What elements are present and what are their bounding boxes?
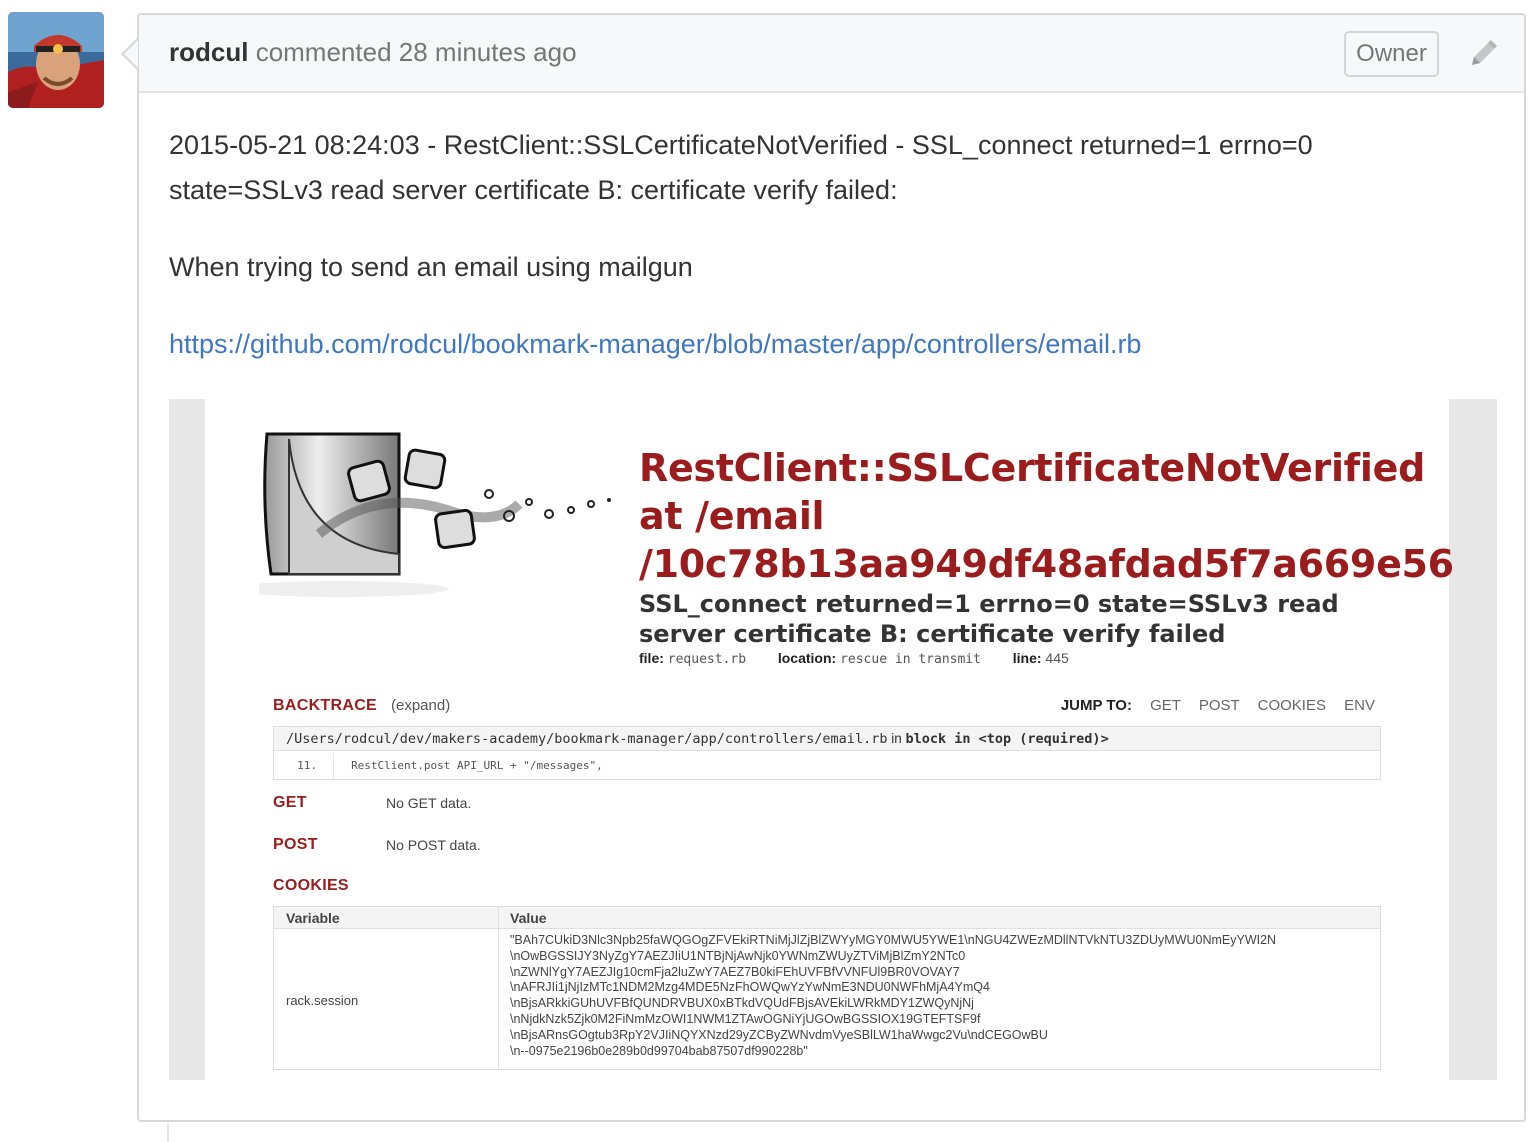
comment-time[interactable]: 28 minutes ago <box>399 37 577 67</box>
trace-context: block in <top (required)> <box>905 731 1109 747</box>
timeline-line <box>167 1124 169 1142</box>
trace-line-number: 11. <box>274 753 334 779</box>
jump-to-label: JUMP TO: <box>1060 697 1132 714</box>
expand-link[interactable]: (expand) <box>391 697 450 714</box>
error-message: SSL_connect returned=1 errno=0 state=SSL… <box>639 590 1339 648</box>
post-heading: POST <box>273 836 318 853</box>
error-meta: file: request.rb location: rescue in tra… <box>639 650 1069 667</box>
backtrace-frame-header: /Users/rodcul/dev/makers-academy/bookmar… <box>274 727 1380 751</box>
comment-arrow-fill <box>124 40 138 68</box>
comment-link[interactable]: https://github.com/rodcul/bookmark-manag… <box>169 322 1141 367</box>
comment-body-line-2: state=SSLv3 read server certificate B: c… <box>169 175 898 205</box>
error-title-line-1: RestClient::SSLCertificateNotVerified <box>639 446 1426 490</box>
trace-code-line: 11. RestClient.post API_URL + "/messages… <box>274 753 603 779</box>
cookies-heading: COOKIES <box>273 877 349 894</box>
embedded-error-screenshot[interactable]: RestClient::SSLCertificateNotVerified at… <box>169 399 1497 1080</box>
error-title-line-2: at /email <box>639 494 825 538</box>
backtrace-heading: BACKTRACE <box>273 697 378 714</box>
jump-link-env[interactable]: ENV <box>1344 697 1375 714</box>
jump-link-cookies[interactable]: COOKIES <box>1258 697 1326 714</box>
get-heading: GET <box>273 794 307 811</box>
file-label: file: <box>639 650 664 666</box>
line-label: line: <box>1012 650 1042 666</box>
trace-in: in <box>891 731 902 746</box>
owner-badge: Owner <box>1344 31 1439 77</box>
avatar[interactable] <box>8 12 104 108</box>
embed-gutter-right <box>1449 399 1497 1080</box>
cookies-table-header: Variable Value <box>274 907 1380 929</box>
line-value: 445 <box>1045 650 1069 666</box>
comment-header-text: rodcul commented 28 minutes ago <box>169 37 577 68</box>
post-text: No POST data. <box>386 837 481 853</box>
pencil-icon[interactable] <box>1466 37 1500 71</box>
error-title: RestClient::SSLCertificateNotVerified at… <box>639 444 1454 588</box>
comment-author[interactable]: rodcul <box>169 37 248 67</box>
location-label: location: <box>777 650 837 666</box>
comment-body-line-1: 2015-05-21 08:24:03 - RestClient::SSLCer… <box>169 130 1313 160</box>
comment-container: rodcul commented 28 minutes ago Owner 20… <box>137 13 1526 1122</box>
get-text: No GET data. <box>386 795 472 811</box>
file-value: request.rb <box>667 652 747 667</box>
jump-link-post[interactable]: POST <box>1199 697 1240 714</box>
location-value: rescue in transmit <box>840 652 981 667</box>
col-value: Value <box>510 910 547 926</box>
comment-body-paragraph-2: When trying to send an email using mailg… <box>169 252 693 282</box>
avatar-photo <box>8 12 104 108</box>
embed-gutter-left <box>169 399 205 1080</box>
jump-link-get[interactable]: GET <box>1150 697 1181 714</box>
broken-glass-splash-icon <box>259 432 611 597</box>
backtrace-frame[interactable]: /Users/rodcul/dev/makers-academy/bookmar… <box>273 726 1381 780</box>
trace-code: RestClient.post API_URL + "/messages", <box>351 759 603 772</box>
cookies-table-divider <box>498 907 499 1069</box>
cookie-value: "BAh7CUkiD3Nlc3Npb25faWQGOgZFVEkiRTNiMjJ… <box>510 933 1277 1058</box>
comment-action: commented <box>255 37 392 67</box>
cookies-table: Variable Value rack.session "BAh7CUkiD3N… <box>273 906 1381 1070</box>
col-variable: Variable <box>286 910 340 926</box>
error-title-line-3: /10c78b13aa949df48afdad5f7a669e56 <box>639 542 1454 586</box>
cookie-name: rack.session <box>286 993 359 1008</box>
jump-to-nav: JUMP TO: GET POST COOKIES ENV <box>1061 697 1375 714</box>
comment-header: rodcul commented 28 minutes ago Owner <box>139 15 1524 93</box>
trace-path: /Users/rodcul/dev/makers-academy/bookmar… <box>286 731 888 747</box>
